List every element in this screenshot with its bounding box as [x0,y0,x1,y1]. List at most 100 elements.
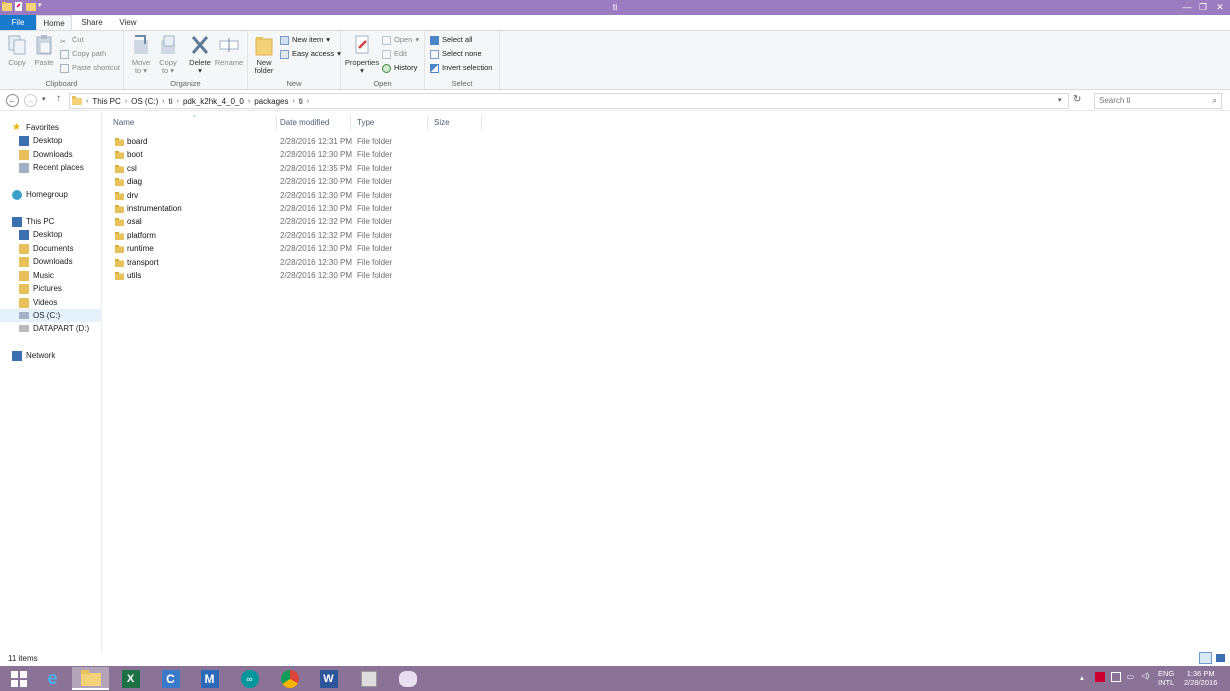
tab-home[interactable]: Home [36,15,72,30]
nav-pc-music[interactable]: Music [19,269,54,282]
breadcrumb-ti-current[interactable]: ti [295,97,307,106]
taskbar-app-c[interactable]: C [152,667,189,690]
move-to-button[interactable]: Move to ▾ [129,34,153,75]
table-row[interactable]: instrumentation 2/28/2016 12:30 PM File fo… [113,202,513,215]
breadcrumb-os-c[interactable]: OS (C:) [127,97,162,106]
tab-view[interactable]: View [114,15,142,30]
back-button[interactable]: ← [6,94,19,107]
history-button[interactable]: History [382,62,417,74]
language-indicator[interactable]: ENG INTL [1158,669,1174,687]
open-button[interactable]: Open ▾ [382,34,419,46]
nav-pc-downloads[interactable]: Downloads [19,255,73,268]
table-row[interactable]: diag 2/28/2016 12:30 PM File folder [113,175,513,188]
table-row[interactable]: boot 2/28/2016 12:30 PM File folder [113,148,513,161]
breadcrumb-this-pc[interactable]: This PC [88,97,124,106]
tab-file[interactable]: File [0,15,36,30]
column-header-name[interactable]: Name ^ [107,115,277,130]
column-header-date[interactable]: Date modified [274,116,351,130]
show-hidden-icons-button[interactable]: ▴ [1080,673,1084,682]
nav-favorites-desktop[interactable]: Desktop [19,134,62,147]
table-row[interactable]: platform 2/28/2016 12:32 PM File folder [113,229,513,242]
table-row[interactable]: board 2/28/2016 12:31 PM File folder [113,135,513,148]
tray-app-icon[interactable] [1095,672,1105,682]
taskbar-arduino[interactable]: ∞ [231,667,268,690]
invert-selection-button[interactable]: Invert selection [430,62,492,74]
power-icon[interactable]: ▭ [1127,672,1134,681]
easy-access-button[interactable]: Easy access ▾ [280,48,341,60]
breadcrumb-packages[interactable]: packages [250,97,292,106]
taskbar-excel[interactable]: X [112,667,149,690]
file-name: osal [127,217,142,227]
large-icons-view-icon[interactable] [1216,654,1225,662]
table-row[interactable]: utils 2/28/2016 12:30 PM File folder [113,269,513,282]
nav-pc-os-c[interactable]: OS (C:) [0,309,101,322]
taskbar-chrome[interactable] [271,667,308,690]
table-row[interactable]: transport 2/28/2016 12:30 PM File folder [113,256,513,269]
up-button[interactable]: ↑ [56,93,61,104]
nav-pc-desktop[interactable]: Desktop [19,228,62,241]
nav-pc-videos[interactable]: Videos [19,296,57,309]
taskbar-paint[interactable] [389,667,426,690]
copy-button[interactable]: Copy [5,34,29,67]
breadcrumb-ti[interactable]: ti [165,97,177,106]
edit-button[interactable]: Edit [382,48,407,60]
nav-favorites-recent[interactable]: Recent places [19,161,84,174]
nav-pc-pictures[interactable]: Pictures [19,282,62,295]
copy-to-button[interactable]: Copy to ▾ [156,34,180,75]
taskbar-internet-explorer[interactable]: e [34,667,71,690]
history-icon [382,63,391,73]
column-header-type[interactable]: Type [351,116,428,130]
address-dropdown-button[interactable]: ▾ [1058,96,1062,104]
paste-button[interactable]: Paste [32,34,56,67]
clipboard-group: Copy Paste ✂ Cut Copy path Paste shortcut… [0,31,124,89]
nav-homegroup[interactable]: Homegroup [12,188,68,201]
new-item-button[interactable]: New item ▾ [280,34,330,46]
properties-button[interactable]: Properties ▾ [343,34,381,75]
taskbar-app-m[interactable]: M [191,667,228,690]
select-none-label: Select none [442,49,482,58]
nav-favorites-downloads[interactable]: Downloads [19,148,73,161]
restore-button[interactable]: ❐ [1196,1,1210,13]
table-row[interactable]: csl 2/28/2016 12:35 PM File folder [113,162,513,175]
column-header-size[interactable]: Size [428,116,482,130]
search-input[interactable]: Search ti ⌕ [1094,93,1222,109]
taskbar-app-cube[interactable] [350,667,387,690]
copy-to-icon [158,34,178,56]
table-row[interactable]: drv 2/28/2016 12:30 PM File folder [113,189,513,202]
nav-pc-documents[interactable]: Documents [19,242,73,255]
copy-path-button[interactable]: Copy path [60,48,106,60]
refresh-icon[interactable]: ↻ [1073,94,1081,105]
recent-locations-button[interactable]: ▾ [42,95,46,103]
properties-label: Properties [344,58,380,67]
search-icon[interactable]: ⌕ [1213,94,1217,108]
volume-icon[interactable]: ◁) [1141,671,1149,680]
tab-share[interactable]: Share [78,15,106,30]
clock[interactable]: 1:36 PM 2/28/2016 [1184,669,1217,687]
select-all-button[interactable]: Select all [430,34,472,46]
delete-button[interactable]: Delete ▾ [186,34,214,75]
table-row[interactable]: osal 2/28/2016 12:32 PM File folder [113,215,513,228]
nav-network[interactable]: Network [12,349,55,362]
new-folder-button[interactable]: New folder [250,34,278,75]
chevron-right-icon[interactable]: › [307,98,309,105]
start-button[interactable] [0,667,37,690]
taskbar-file-explorer[interactable] [72,667,109,690]
taskbar-word[interactable]: W [310,667,347,690]
paste-shortcut-button[interactable]: Paste shortcut [60,62,120,74]
nav-favorites[interactable]: ★ Favorites [12,121,59,134]
details-view-icon[interactable] [1199,652,1212,664]
select-none-button[interactable]: Select none [430,48,482,60]
breadcrumb-pdk[interactable]: pdk_k2hk_4_0_0 [179,97,248,106]
minimize-button[interactable]: — [1180,1,1194,13]
action-center-icon[interactable] [1111,672,1121,682]
folder-icon [115,150,124,160]
rename-button[interactable]: Rename [214,34,244,67]
forward-button[interactable]: → [24,94,37,107]
close-button[interactable]: ✕ [1213,1,1227,13]
rename-label: Rename [214,58,244,67]
nav-pc-datapart-d[interactable]: DATAPART (D:) [19,322,89,335]
table-row[interactable]: runtime 2/28/2016 12:30 PM File folder [113,242,513,255]
breadcrumb[interactable]: › This PC › OS (C:) › ti › pdk_k2hk_4_0_0 › … [69,93,1069,109]
nav-this-pc[interactable]: This PC [12,215,54,228]
cut-button[interactable]: ✂ Cut [60,34,84,46]
